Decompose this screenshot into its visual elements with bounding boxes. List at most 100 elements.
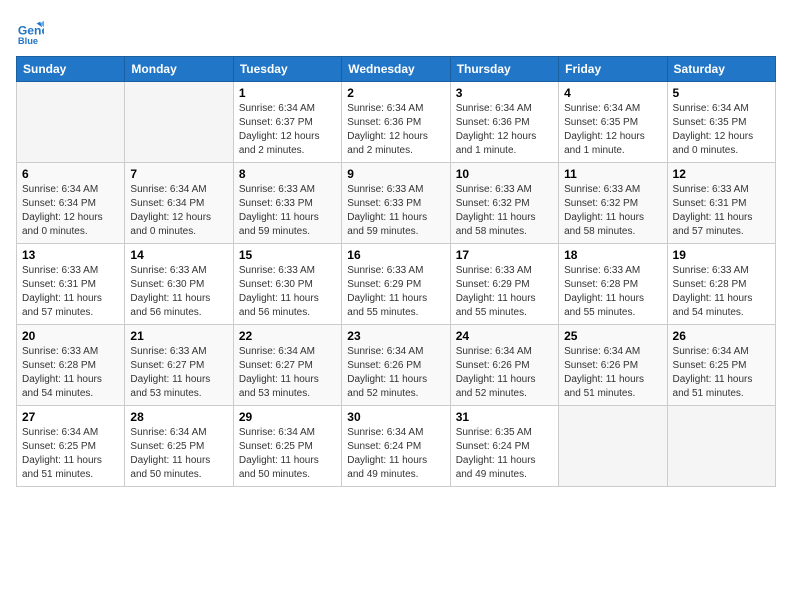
day-info: Sunrise: 6:33 AM Sunset: 6:29 PM Dayligh… <box>456 264 553 320</box>
calendar-cell: 2 Sunrise: 6:34 AM Sunset: 6:36 PM Daylig… <box>342 82 450 163</box>
weekday-header: Friday <box>559 57 667 82</box>
day-number: 4 <box>564 86 661 100</box>
day-info: Sunrise: 6:34 AM Sunset: 6:25 PM Dayligh… <box>22 426 119 482</box>
day-number: 23 <box>347 329 444 343</box>
day-info: Sunrise: 6:33 AM Sunset: 6:30 PM Dayligh… <box>239 264 336 320</box>
day-info: Sunrise: 6:34 AM Sunset: 6:26 PM Dayligh… <box>347 345 444 401</box>
day-info: Sunrise: 6:33 AM Sunset: 6:27 PM Dayligh… <box>130 345 227 401</box>
day-number: 21 <box>130 329 227 343</box>
calendar-cell: 29Sunrise: 6:34 AM Sunset: 6:25 PM Dayli… <box>233 406 341 487</box>
day-number: 22 <box>239 329 336 343</box>
calendar-cell: 14Sunrise: 6:33 AM Sunset: 6:30 PM Dayli… <box>125 244 233 325</box>
calendar-cell: 11 Sunrise: 6:33 AM Sunset: 6:32 PM Dayli… <box>559 163 667 244</box>
calendar-cell: 24 Sunrise: 6:34 AM Sunset: 6:26 PM Dayli… <box>450 325 558 406</box>
day-number: 25 <box>564 329 661 343</box>
day-number: 10 <box>456 167 553 181</box>
day-info: Sunrise: 6:34 AM Sunset: 6:26 PM Dayligh… <box>564 345 661 401</box>
day-info: Sunrise: 6:34 AM Sunset: 6:25 PM Dayligh… <box>130 426 227 482</box>
logo-icon: General Blue <box>16 16 44 44</box>
day-number: 24 <box>456 329 553 343</box>
calendar-cell: 9 Sunrise: 6:33 AM Sunset: 6:33 PM Daylig… <box>342 163 450 244</box>
calendar-cell: 16 Sunrise: 6:33 AM Sunset: 6:29 PM Dayli… <box>342 244 450 325</box>
calendar-cell: 17 Sunrise: 6:33 AM Sunset: 6:29 PM Dayli… <box>450 244 558 325</box>
calendar-cell: 6Sunrise: 6:34 AM Sunset: 6:34 PM Daylig… <box>17 163 125 244</box>
day-number: 6 <box>22 167 119 181</box>
weekday-header: Wednesday <box>342 57 450 82</box>
day-number: 28 <box>130 410 227 424</box>
day-info: Sunrise: 6:34 AM Sunset: 6:25 PM Dayligh… <box>239 426 336 482</box>
day-number: 15 <box>239 248 336 262</box>
day-info: Sunrise: 6:33 AM Sunset: 6:28 PM Dayligh… <box>564 264 661 320</box>
day-info: Sunrise: 6:33 AM Sunset: 6:28 PM Dayligh… <box>673 264 770 320</box>
calendar-cell: 4 Sunrise: 6:34 AM Sunset: 6:35 PM Daylig… <box>559 82 667 163</box>
day-info: Sunrise: 6:33 AM Sunset: 6:31 PM Dayligh… <box>22 264 119 320</box>
calendar-cell: 27Sunrise: 6:34 AM Sunset: 6:25 PM Dayli… <box>17 406 125 487</box>
calendar-cell: 22 Sunrise: 6:34 AM Sunset: 6:27 PM Dayli… <box>233 325 341 406</box>
calendar-cell <box>559 406 667 487</box>
day-info: Sunrise: 6:35 AM Sunset: 6:24 PM Dayligh… <box>456 426 553 482</box>
day-number: 11 <box>564 167 661 181</box>
calendar-cell: 3Sunrise: 6:34 AM Sunset: 6:36 PM Daylig… <box>450 82 558 163</box>
day-info: Sunrise: 6:34 AM Sunset: 6:36 PM Dayligh… <box>347 102 444 158</box>
calendar-cell: 21 Sunrise: 6:33 AM Sunset: 6:27 PM Dayli… <box>125 325 233 406</box>
day-number: 8 <box>239 167 336 181</box>
day-info: Sunrise: 6:34 AM Sunset: 6:25 PM Dayligh… <box>673 345 770 401</box>
day-info: Sunrise: 6:33 AM Sunset: 6:33 PM Dayligh… <box>347 183 444 239</box>
day-number: 31 <box>456 410 553 424</box>
calendar-cell: 7 Sunrise: 6:34 AM Sunset: 6:34 PM Daylig… <box>125 163 233 244</box>
day-info: Sunrise: 6:34 AM Sunset: 6:26 PM Dayligh… <box>456 345 553 401</box>
day-info: Sunrise: 6:34 AM Sunset: 6:27 PM Dayligh… <box>239 345 336 401</box>
calendar-cell: 19 Sunrise: 6:33 AM Sunset: 6:28 PM Dayli… <box>667 244 775 325</box>
day-number: 12 <box>673 167 770 181</box>
calendar-cell: 12 Sunrise: 6:33 AM Sunset: 6:31 PM Dayli… <box>667 163 775 244</box>
day-info: Sunrise: 6:33 AM Sunset: 6:30 PM Dayligh… <box>130 264 227 320</box>
calendar-cell <box>17 82 125 163</box>
svg-text:Blue: Blue <box>18 36 38 44</box>
day-info: Sunrise: 6:33 AM Sunset: 6:28 PM Dayligh… <box>22 345 119 401</box>
weekday-header: Monday <box>125 57 233 82</box>
day-info: Sunrise: 6:33 AM Sunset: 6:29 PM Dayligh… <box>347 264 444 320</box>
day-info: Sunrise: 6:33 AM Sunset: 6:33 PM Dayligh… <box>239 183 336 239</box>
day-info: Sunrise: 6:34 AM Sunset: 6:37 PM Dayligh… <box>239 102 336 158</box>
calendar-cell: 5Sunrise: 6:34 AM Sunset: 6:35 PM Daylig… <box>667 82 775 163</box>
day-info: Sunrise: 6:34 AM Sunset: 6:34 PM Dayligh… <box>130 183 227 239</box>
calendar-cell: 20 Sunrise: 6:33 AM Sunset: 6:28 PM Dayli… <box>17 325 125 406</box>
day-info: Sunrise: 6:34 AM Sunset: 6:36 PM Dayligh… <box>456 102 553 158</box>
day-number: 7 <box>130 167 227 181</box>
day-number: 26 <box>673 329 770 343</box>
day-number: 5 <box>673 86 770 100</box>
calendar-cell: 18 Sunrise: 6:33 AM Sunset: 6:28 PM Dayli… <box>559 244 667 325</box>
weekday-header: Sunday <box>17 57 125 82</box>
day-number: 2 <box>347 86 444 100</box>
day-info: Sunrise: 6:34 AM Sunset: 6:24 PM Dayligh… <box>347 426 444 482</box>
day-number: 19 <box>673 248 770 262</box>
calendar-cell: 26 Sunrise: 6:34 AM Sunset: 6:25 PM Dayli… <box>667 325 775 406</box>
day-number: 18 <box>564 248 661 262</box>
day-info: Sunrise: 6:33 AM Sunset: 6:31 PM Dayligh… <box>673 183 770 239</box>
day-number: 9 <box>347 167 444 181</box>
day-number: 16 <box>347 248 444 262</box>
calendar-cell <box>125 82 233 163</box>
day-number: 20 <box>22 329 119 343</box>
calendar-cell: 23 Sunrise: 6:34 AM Sunset: 6:26 PM Dayli… <box>342 325 450 406</box>
calendar-cell <box>667 406 775 487</box>
day-number: 1 <box>239 86 336 100</box>
day-info: Sunrise: 6:33 AM Sunset: 6:32 PM Dayligh… <box>564 183 661 239</box>
calendar-cell: 28 Sunrise: 6:34 AM Sunset: 6:25 PM Dayli… <box>125 406 233 487</box>
calendar-cell: 30 Sunrise: 6:34 AM Sunset: 6:24 PM Dayli… <box>342 406 450 487</box>
calendar-cell: 13 Sunrise: 6:33 AM Sunset: 6:31 PM Dayli… <box>17 244 125 325</box>
day-info: Sunrise: 6:33 AM Sunset: 6:32 PM Dayligh… <box>456 183 553 239</box>
logo: General Blue <box>16 16 48 44</box>
day-number: 17 <box>456 248 553 262</box>
calendar-cell: 10 Sunrise: 6:33 AM Sunset: 6:32 PM Dayli… <box>450 163 558 244</box>
day-info: Sunrise: 6:34 AM Sunset: 6:35 PM Dayligh… <box>564 102 661 158</box>
weekday-header: Thursday <box>450 57 558 82</box>
day-number: 13 <box>22 248 119 262</box>
day-number: 30 <box>347 410 444 424</box>
calendar-cell: 8 Sunrise: 6:33 AM Sunset: 6:33 PM Daylig… <box>233 163 341 244</box>
calendar-table: SundayMondayTuesdayWednesdayThursdayFrid… <box>16 56 776 487</box>
page-header: General Blue <box>16 16 776 44</box>
weekday-header: Saturday <box>667 57 775 82</box>
calendar-cell: 31 Sunrise: 6:35 AM Sunset: 6:24 PM Dayli… <box>450 406 558 487</box>
calendar-cell: 25 Sunrise: 6:34 AM Sunset: 6:26 PM Dayli… <box>559 325 667 406</box>
